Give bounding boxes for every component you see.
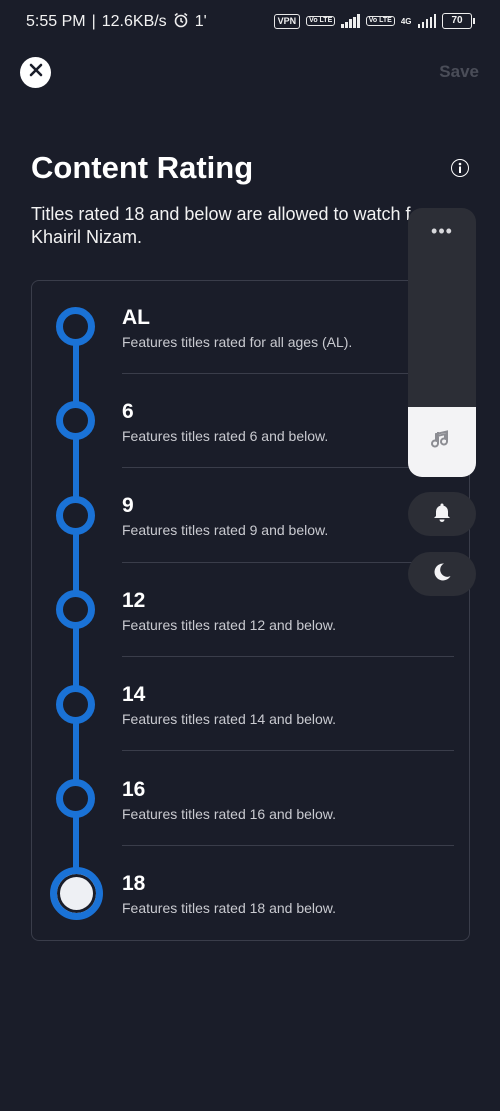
divider xyxy=(122,750,454,751)
divider xyxy=(122,845,454,846)
volume-slider[interactable]: ••• xyxy=(408,208,476,477)
battery-icon: 70 xyxy=(442,13,475,29)
rating-desc: Features titles rated 16 and below. xyxy=(122,806,337,822)
save-button[interactable]: Save xyxy=(439,62,479,82)
rating-node-16[interactable] xyxy=(56,779,95,818)
page-title: Content Rating xyxy=(31,150,254,185)
network-type: 4G xyxy=(400,16,412,26)
divider xyxy=(122,373,454,374)
close-button[interactable] xyxy=(20,57,51,88)
rating-node-9[interactable] xyxy=(56,496,95,535)
rating-item-18[interactable]: 18 Features titles rated 18 and below. xyxy=(122,872,454,916)
ring-mode-button[interactable] xyxy=(408,492,476,536)
rating-label: AL xyxy=(122,306,150,329)
rating-item-al[interactable]: AL Features titles rated for all ages (A… xyxy=(122,306,454,350)
rating-desc: Features titles rated 18 and below. xyxy=(122,900,337,916)
do-not-disturb-button[interactable] xyxy=(408,552,476,596)
status-extra: 1' xyxy=(194,13,207,30)
rating-item-6[interactable]: 6 Features titles rated 6 and below. xyxy=(122,400,454,444)
rating-item-12[interactable]: 12 Features titles rated 12 and below. xyxy=(122,589,454,633)
rating-item-9[interactable]: 9 Features titles rated 9 and below. xyxy=(122,494,454,538)
status-speed: 12.6KB/s xyxy=(101,13,167,30)
signal-icon xyxy=(341,14,360,28)
signal-icon-2 xyxy=(417,14,436,28)
divider xyxy=(122,467,454,468)
vpn-badge: VPN xyxy=(273,13,301,29)
moon-icon xyxy=(431,561,453,588)
subtitle-line-1: Titles rated 18 and below are allowed to… xyxy=(31,204,411,224)
rating-desc: Features titles rated 14 and below. xyxy=(122,711,337,727)
rating-label: 9 xyxy=(122,494,134,517)
rating-node-18-selected[interactable] xyxy=(50,867,103,920)
info-icon[interactable] xyxy=(451,159,469,177)
status-bar: 5:55 PM | 12.6KB/s 1' VPN Vo LTE Vo LTE … xyxy=(0,0,500,44)
rating-desc: Features titles rated 9 and below. xyxy=(122,522,329,538)
divider xyxy=(122,656,454,657)
rating-node-14[interactable] xyxy=(56,685,95,724)
rating-desc: Features titles rated 12 and below. xyxy=(122,617,337,633)
rating-desc: Features titles rated 6 and below. xyxy=(122,428,329,444)
rating-node-12[interactable] xyxy=(56,590,95,629)
rating-label: 14 xyxy=(122,683,146,706)
rating-item-14[interactable]: 14 Features titles rated 14 and below. xyxy=(122,683,454,727)
rating-node-al[interactable] xyxy=(56,307,95,346)
music-note-icon xyxy=(430,428,452,455)
close-icon xyxy=(29,63,43,82)
rating-desc: Features titles rated for all ages (AL). xyxy=(122,334,353,350)
rating-label: 16 xyxy=(122,778,146,801)
volte-badge-2: Vo LTE xyxy=(365,16,395,26)
bell-icon xyxy=(431,501,453,528)
subtitle-line-2: Khairil Nizam. xyxy=(31,227,143,247)
status-time: 5:55 PM xyxy=(26,13,86,30)
rating-label: 18 xyxy=(122,872,146,895)
rating-label: 6 xyxy=(122,400,134,423)
rating-label: 12 xyxy=(122,589,146,612)
rating-item-16[interactable]: 16 Features titles rated 16 and below. xyxy=(122,778,454,822)
rating-node-6[interactable] xyxy=(56,401,95,440)
volume-more-dots[interactable]: ••• xyxy=(408,222,476,240)
divider xyxy=(122,562,454,563)
alarm-icon xyxy=(173,12,189,33)
page-subtitle: Titles rated 18 and below are allowed to… xyxy=(31,203,471,249)
volte-badge: Vo LTE xyxy=(306,16,336,26)
